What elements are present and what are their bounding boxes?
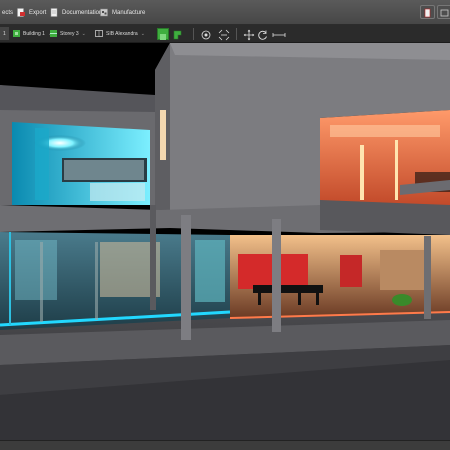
view-3d-button[interactable]	[157, 28, 169, 40]
3d-viewport[interactable]	[0, 43, 450, 440]
fit-view-icon	[218, 29, 230, 41]
breadcrumb-storey-label: Storey 3	[60, 30, 79, 37]
toolbar: 1 Building 1 ⌄ Storey 3 ⌄ SIB Alexandra …	[0, 25, 450, 43]
menubar: ects Export Documentation Manufacture	[0, 0, 450, 25]
document-icon	[424, 8, 431, 18]
breadcrumb-item-project[interactable]: 1	[0, 27, 9, 40]
menu-manufacture-label: Manufacture	[112, 9, 146, 16]
chevron-down-icon: ⌄	[81, 30, 86, 37]
menu-projects-label: ects	[2, 9, 14, 16]
orbit-button[interactable]	[200, 28, 212, 40]
breadcrumb-room-label: SIB Alexandra	[106, 30, 138, 37]
rotate-button[interactable]	[257, 28, 269, 40]
menu-export[interactable]: Export	[17, 0, 46, 25]
storey-icon	[50, 30, 57, 37]
house-rendering	[0, 43, 450, 440]
menu-documentation-label: Documentation	[62, 9, 103, 16]
move-icon	[243, 29, 255, 41]
status-bar	[0, 440, 450, 450]
breadcrumb-building-label: Building 1	[23, 30, 45, 37]
breadcrumb-project-label: 1	[3, 30, 6, 37]
menu-documentation[interactable]: Documentation	[50, 0, 102, 25]
toolbar-divider	[193, 28, 194, 40]
cube-icon	[160, 34, 166, 40]
fit-view-button[interactable]	[218, 28, 230, 41]
measure-icon	[272, 33, 286, 37]
breadcrumb-item-room[interactable]: SIB Alexandra ⌄	[95, 27, 145, 40]
export-icon	[17, 8, 25, 17]
menu-manufacture[interactable]: Manufacture	[100, 0, 145, 25]
manufacture-icon	[100, 8, 108, 17]
floorplan-icon	[173, 30, 182, 40]
menu-projects[interactable]: ects	[2, 0, 13, 25]
rotate-icon	[258, 30, 267, 40]
breadcrumb-item-storey[interactable]: Storey 3 ⌄	[50, 27, 86, 40]
building-icon	[13, 30, 20, 37]
chevron-down-icon: ⌄	[140, 30, 145, 37]
settings-button[interactable]	[437, 5, 450, 19]
documentation-icon	[50, 8, 58, 17]
panel-icon	[440, 9, 449, 17]
project-info-button[interactable]	[420, 5, 435, 19]
breadcrumb-item-building[interactable]: Building 1 ⌄	[13, 27, 52, 40]
room-icon	[95, 30, 103, 37]
pan-button[interactable]	[243, 28, 255, 41]
target-icon	[201, 30, 211, 40]
menu-export-label: Export	[29, 9, 47, 16]
toolbar-divider	[236, 28, 237, 40]
measure-button[interactable]	[272, 28, 286, 40]
view-plan-button[interactable]	[172, 28, 184, 40]
